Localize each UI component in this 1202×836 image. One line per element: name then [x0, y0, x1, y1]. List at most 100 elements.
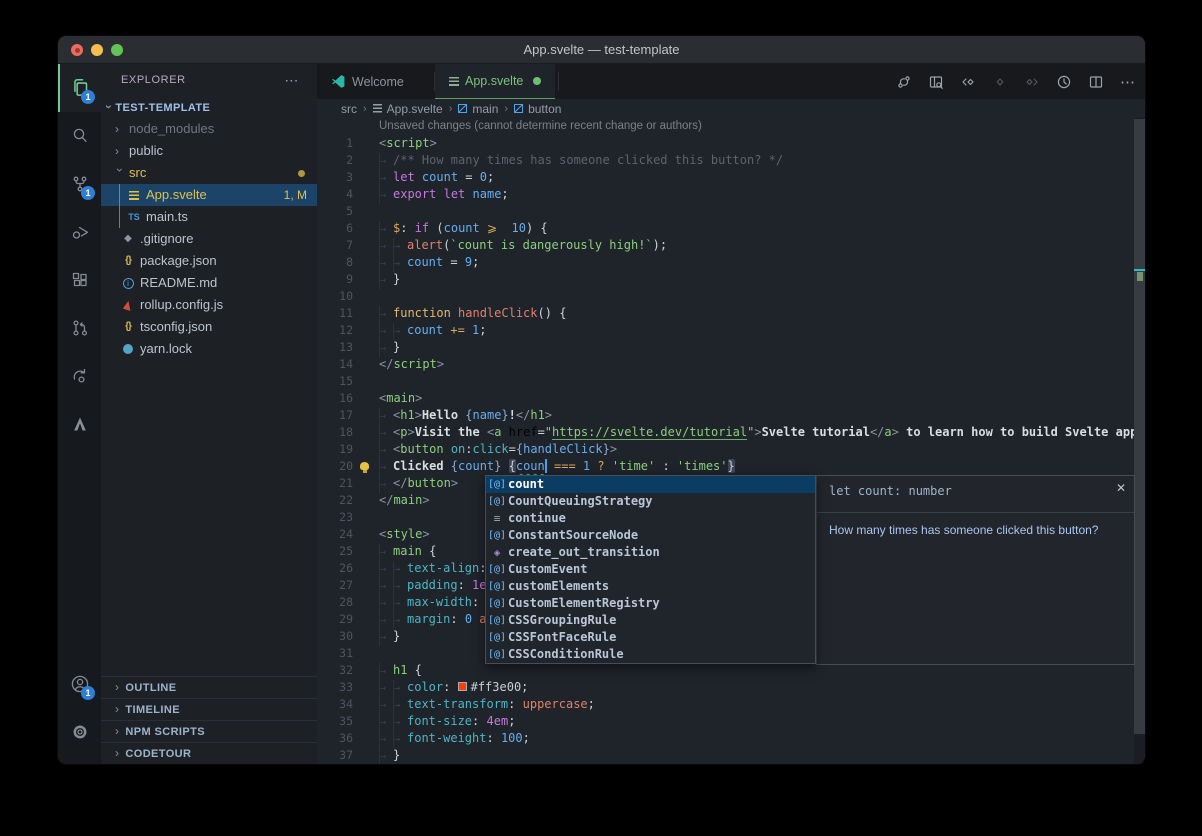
split-editor-icon[interactable] — [1085, 71, 1107, 93]
breadcrumb-item-button[interactable]: button — [514, 102, 561, 116]
activity-item-live-share[interactable] — [58, 352, 101, 400]
suggest-item-customelements[interactable]: [@]customElements — [486, 578, 815, 595]
activity-bar: 1 1 1 — [58, 64, 101, 765]
code-line-35[interactable]: 35→→font-size: 4em; — [317, 713, 1134, 730]
code-line-3[interactable]: 3→let count = 0; — [317, 169, 1134, 186]
line-number: 21 — [317, 475, 353, 492]
tree-file-main-ts[interactable]: TSmain.ts — [101, 206, 317, 228]
code-line-14[interactable]: 14</script> — [317, 356, 1134, 373]
more-actions-icon[interactable]: ⋯ — [1117, 71, 1139, 93]
sidebar-section-codetour[interactable]: ›CODETOUR — [101, 742, 317, 764]
tree-file-package-json[interactable]: {}package.json — [101, 250, 317, 272]
code-line-20[interactable]: 20→Clicked {count} {coun === 1 ? 'time' … — [317, 458, 1134, 475]
sidebar-section-outline[interactable]: ›OUTLINE — [101, 676, 317, 698]
suggest-item-customevent[interactable]: [@]CustomEvent — [486, 561, 815, 578]
activity-item-settings[interactable] — [58, 708, 101, 756]
code-line-15[interactable]: 15 — [317, 373, 1134, 390]
code-line-19[interactable]: 19→<button on:click={handleClick}> — [317, 441, 1134, 458]
line-number: 24 — [317, 526, 353, 543]
code-line-13[interactable]: 13→} — [317, 339, 1134, 356]
tree-folder-public[interactable]: ›public — [101, 140, 317, 162]
lightbulb-icon[interactable] — [360, 462, 369, 470]
code-line-10[interactable]: 10 — [317, 288, 1134, 305]
code-line-33[interactable]: 33→→color: #ff3e00; — [317, 679, 1134, 696]
scrollbar-slider[interactable] — [1134, 119, 1146, 734]
activity-item-run-debug[interactable] — [58, 208, 101, 256]
activity-item-accounts[interactable]: 1 — [58, 660, 101, 708]
code-line-9[interactable]: 9→} — [317, 271, 1134, 288]
code-line-12[interactable]: 12→→count += 1; — [317, 322, 1134, 339]
whitespace-tab-marker: → — [379, 714, 393, 731]
suggest-item-continue[interactable]: ≡continue — [486, 510, 815, 527]
tree-file-app-svelte[interactable]: App.svelte1, M — [101, 184, 317, 206]
code-line-17[interactable]: 17→<h1>Hello {name}!</h1> — [317, 407, 1134, 424]
activity-item-azure[interactable] — [58, 400, 101, 448]
color-swatch[interactable] — [458, 682, 467, 691]
tree-file--gitignore[interactable]: ◆.gitignore — [101, 228, 317, 250]
tree-file-yarn-lock[interactable]: yarn.lock — [101, 338, 317, 360]
activity-item-search[interactable] — [58, 112, 101, 160]
open-preview-icon[interactable] — [925, 71, 947, 93]
tree-file-rollup-config-js[interactable]: rollup.config.js — [101, 294, 317, 316]
suggest-details-panel: let count: number How many times has som… — [816, 475, 1135, 665]
code-line-18[interactable]: 18→<p>Visit the <a href="https://svelte.… — [317, 424, 1134, 441]
line-number: 4 — [317, 186, 353, 203]
open-changes-icon[interactable] — [893, 71, 915, 93]
breadcrumb-item-main[interactable]: main — [458, 102, 498, 116]
tab-app-svelte[interactable]: App.svelte — [435, 64, 555, 99]
close-icon[interactable]: ✕ — [1116, 481, 1126, 495]
suggest-item-customelementregistry[interactable]: [@]CustomElementRegistry — [486, 595, 815, 612]
activity-item-github-pr[interactable] — [58, 304, 101, 352]
code-line-1[interactable]: 1<script> — [317, 135, 1134, 152]
workspace-root-item[interactable]: ›TEST-TEMPLATE — [101, 96, 317, 118]
tree-folder-src[interactable]: ›src — [101, 162, 317, 184]
code-line-11[interactable]: 11→function handleClick() { — [317, 305, 1134, 322]
info-file-icon — [121, 278, 135, 289]
tab-welcome[interactable]: Welcome — [317, 64, 418, 99]
suggest-item-constantsourcenode[interactable]: [@]ConstantSourceNode — [486, 527, 815, 544]
code-line-4[interactable]: 4→export let name; — [317, 186, 1134, 203]
whitespace-tab-marker: → — [393, 697, 407, 714]
tree-file-readme-md[interactable]: README.md — [101, 272, 317, 294]
overview-ruler-cursor-mark — [1134, 269, 1146, 271]
tree-file-tsconfig-json[interactable]: {}tsconfig.json — [101, 316, 317, 338]
more-actions-icon[interactable]: ⋯ — [284, 64, 299, 96]
tree-folder-node-modules[interactable]: ›node_modules — [101, 118, 317, 140]
previous-change-icon[interactable] — [957, 71, 979, 93]
code-line-36[interactable]: 36→→font-weight: 100; — [317, 730, 1134, 747]
code-line-16[interactable]: 16<main> — [317, 390, 1134, 407]
suggest-item-countqueuingstrategy[interactable]: [@]CountQueuingStrategy — [486, 493, 815, 510]
rollup-file-icon — [121, 301, 135, 310]
suggest-item-cssfontfacerule[interactable]: [@]CSSFontFaceRule — [486, 629, 815, 646]
current-change-icon[interactable] — [989, 71, 1011, 93]
suggest-item-create_out_transition[interactable]: ◈create_out_transition — [486, 544, 815, 561]
code-line-7[interactable]: 7→→alert(`count is dangerously high!`); — [317, 237, 1134, 254]
symbol-variable-icon: [@] — [486, 578, 508, 595]
breadcrumb-item-src[interactable]: src — [341, 102, 357, 116]
suggest-item-cssgroupingrule[interactable]: [@]CSSGroupingRule — [486, 612, 815, 629]
code-line-2[interactable]: 2→/** How many times has someone clicked… — [317, 152, 1134, 169]
sidebar-title: EXPLORER — [121, 74, 186, 86]
toggle-blame-icon[interactable] — [1053, 71, 1075, 93]
code-line-5[interactable]: 5 — [317, 203, 1134, 220]
editor-scrollbar[interactable] — [1134, 118, 1146, 765]
code-line-8[interactable]: 8→→count = 9; — [317, 254, 1134, 271]
suggest-item-count[interactable]: [@]count — [486, 476, 815, 493]
suggest-item-cssconditionrule[interactable]: [@]CSSConditionRule — [486, 646, 815, 663]
code-area[interactable]: Unsaved changes (cannot determine recent… — [317, 118, 1134, 765]
sidebar-section-npm-scripts[interactable]: ›NPM SCRIPTS — [101, 720, 317, 742]
whitespace-tab-marker: → — [393, 612, 407, 629]
line-number: 12 — [317, 322, 353, 339]
sidebar-section-timeline[interactable]: ›TIMELINE — [101, 698, 317, 720]
svelte-file-icon — [449, 77, 459, 86]
breadcrumb-label: App.svelte — [387, 102, 443, 116]
next-change-icon[interactable] — [1021, 71, 1043, 93]
code-line-37[interactable]: 37→} — [317, 747, 1134, 764]
activity-item-source-control[interactable]: 1 — [58, 160, 101, 208]
code-line-34[interactable]: 34→→text-transform: uppercase; — [317, 696, 1134, 713]
activity-item-extensions[interactable] — [58, 256, 101, 304]
breadcrumb-item-app-svelte[interactable]: App.svelte — [373, 102, 443, 116]
code-line-6[interactable]: 6→$: if (count ⩾ 10) { — [317, 220, 1134, 237]
problems-badge: 1, M — [284, 184, 307, 206]
activity-item-explorer[interactable]: 1 — [58, 64, 101, 112]
